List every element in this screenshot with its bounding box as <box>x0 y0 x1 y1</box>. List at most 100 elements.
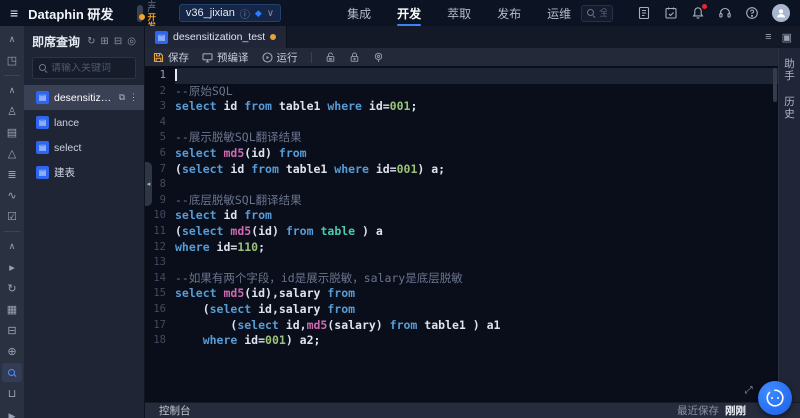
calendar-icon[interactable] <box>664 6 678 20</box>
line-number: 18 <box>145 333 175 349</box>
precompile-icon <box>202 52 213 63</box>
sidebar-adhoc-query: 即席查询 ↻ ⊞ ⊟ ◎ ▤desensitization_test⧉⋮▤lan… <box>24 26 145 418</box>
code-line[interactable]: 5--展示脱敏SQL翻译结果 <box>145 130 778 146</box>
sidebar-search[interactable] <box>32 57 136 79</box>
dashboard-icon[interactable]: ▦ <box>2 300 22 319</box>
code-editor[interactable]: 12--原始SQL3select id from table1 where id… <box>145 66 778 402</box>
code-line[interactable]: 14--如果有两个字段，id是展示脱敏，salary是底层脱敏 <box>145 271 778 287</box>
nav-item-1[interactable]: 集成 <box>347 0 371 26</box>
line-number: 17 <box>145 318 175 334</box>
file-item[interactable]: ▤建表⧉⋮ <box>24 160 144 185</box>
panel-collapse-handle[interactable]: ◂ <box>145 162 152 206</box>
right-tab-2[interactable]: 历 史 <box>784 96 795 120</box>
layout-icon[interactable]: ▣ <box>782 31 792 44</box>
code-line[interactable]: 8 <box>145 177 778 193</box>
sidebar-search-input[interactable] <box>51 63 129 74</box>
unsaved-dot <box>270 34 276 40</box>
lock-icon[interactable] <box>349 52 360 63</box>
collapse-group2-icon[interactable]: ∧ <box>2 237 22 256</box>
sidebar-title: 即席查询 <box>32 33 82 50</box>
code-line[interactable]: 12where id=110; <box>145 240 778 256</box>
nav-item-3[interactable]: 萃取 <box>447 0 471 26</box>
nav-item-4[interactable]: 发布 <box>497 0 521 26</box>
code-line[interactable]: 9--底层脱敏SQL翻译结果 <box>145 193 778 209</box>
line-number: 5 <box>145 130 175 146</box>
code-line[interactable]: 15select md5(id),salary from <box>145 286 778 302</box>
file-item[interactable]: ▤desensitization_test⧉⋮ <box>24 85 144 110</box>
target-icon[interactable]: ⊕ <box>2 342 22 361</box>
main-nav: 集成开发萃取发布运维 <box>347 0 571 26</box>
code-line[interactable]: 18 where id=001) a2; <box>145 333 778 349</box>
file-item[interactable]: ▤select⧉⋮ <box>24 135 144 160</box>
send-icon[interactable]: △ <box>2 144 22 163</box>
notebook-icon[interactable]: ◳ <box>2 51 22 70</box>
right-panel-strip: 助 手历 史 <box>778 48 800 402</box>
editor-tab[interactable]: ▤ desensitization_test <box>145 26 287 48</box>
precompile-button[interactable]: 预编译 <box>202 50 249 65</box>
nav-item-2[interactable]: 开发 <box>397 0 421 26</box>
code-line[interactable]: 17 (select id,md5(salary) from table1 ) … <box>145 318 778 334</box>
code-line[interactable]: 1 <box>145 68 778 84</box>
code-line[interactable]: 11(select md5(id) from table ) a <box>145 224 778 240</box>
check-icon[interactable]: ☑ <box>2 207 22 226</box>
env-toggle-switch[interactable] <box>137 5 143 22</box>
trash-icon[interactable]: ⊔ <box>2 384 22 403</box>
terminal-icon[interactable]: ▸ <box>2 258 22 277</box>
code-line[interactable]: 3select id from table1 where id=001; <box>145 99 778 115</box>
avatar[interactable] <box>772 4 790 22</box>
fullscreen-icon[interactable]: ⤢ <box>745 385 753 396</box>
help-icon[interactable] <box>745 6 759 20</box>
collapse-group-icon[interactable]: ∧ <box>2 81 22 100</box>
code-line[interactable]: 13 <box>145 255 778 271</box>
collapse-top-icon[interactable]: ∧ <box>2 30 22 49</box>
copy-icon[interactable]: ⧉ <box>119 92 125 103</box>
locate-pin-icon[interactable] <box>373 52 384 63</box>
code-line[interactable]: 16 (select id,salary from <box>145 302 778 318</box>
bell-icon[interactable] <box>691 6 705 20</box>
trend-icon[interactable]: ∿ <box>2 186 22 205</box>
hamburger-menu-icon[interactable]: ≡ <box>10 5 18 21</box>
assistant-button[interactable] <box>758 381 792 415</box>
inbox-icon[interactable]: ⊟ <box>2 321 22 340</box>
chart-icon[interactable]: ▤ <box>2 123 22 142</box>
editor-scrollbar[interactable] <box>773 68 777 102</box>
doc-list-icon[interactable] <box>637 6 651 20</box>
right-tab-1[interactable]: 助 手 <box>784 58 795 82</box>
brand-title: Dataphin 研发 <box>28 4 113 23</box>
tab-list-icon[interactable]: ≡ <box>765 31 771 44</box>
file-icon: ▤ <box>36 141 49 154</box>
project-type-icon: ◆ <box>255 8 262 19</box>
new-file-icon[interactable]: ⊞ <box>100 36 108 47</box>
project-select[interactable]: v36_jixian ⓘ ◆ ∨ <box>179 4 281 22</box>
nav-item-5[interactable]: 运维 <box>547 0 571 26</box>
code-line[interactable]: 2--原始SQL <box>145 84 778 100</box>
console-toggle[interactable]: 控制台 <box>159 403 191 418</box>
text-cursor <box>175 69 177 81</box>
code-line[interactable]: 4 <box>145 115 778 131</box>
user-icon[interactable]: ♙ <box>2 102 22 121</box>
expand-rail-icon[interactable]: ▶ <box>2 407 22 418</box>
search-icon <box>587 9 595 17</box>
sync-icon[interactable]: ↻ <box>2 279 22 298</box>
adhoc-search-icon[interactable] <box>2 363 22 382</box>
file-item[interactable]: ▤lance⧉⋮ <box>24 110 144 135</box>
headset-icon[interactable] <box>718 6 732 20</box>
info-icon[interactable]: ⓘ <box>240 6 250 21</box>
code-line[interactable]: 10select id from <box>145 208 778 224</box>
dataphin-ide: ≡ Dataphin 研发 生产 开发 v36_jixian ⓘ ◆ ∨ 集成开… <box>0 0 800 418</box>
more-icon[interactable]: ⋮ <box>129 92 138 103</box>
line-number: 3 <box>145 99 175 115</box>
code-line[interactable]: 6select md5(id) from <box>145 146 778 162</box>
line-number: 12 <box>145 240 175 256</box>
save-button[interactable]: 保存 <box>153 50 189 65</box>
last-saved-value: 刚刚 <box>725 403 746 418</box>
global-search-input[interactable] <box>599 8 607 19</box>
layers-icon[interactable]: ≣ <box>2 165 22 184</box>
global-search[interactable] <box>581 5 613 22</box>
code-line[interactable]: 7(select id from table1 where id=001) a; <box>145 162 778 178</box>
refresh-icon[interactable]: ↻ <box>87 36 95 47</box>
new-folder-icon[interactable]: ⊟ <box>114 36 122 47</box>
locate-icon[interactable]: ◎ <box>127 36 136 47</box>
steal-lock-icon[interactable] <box>325 52 336 63</box>
run-button[interactable]: 运行 <box>262 50 298 65</box>
